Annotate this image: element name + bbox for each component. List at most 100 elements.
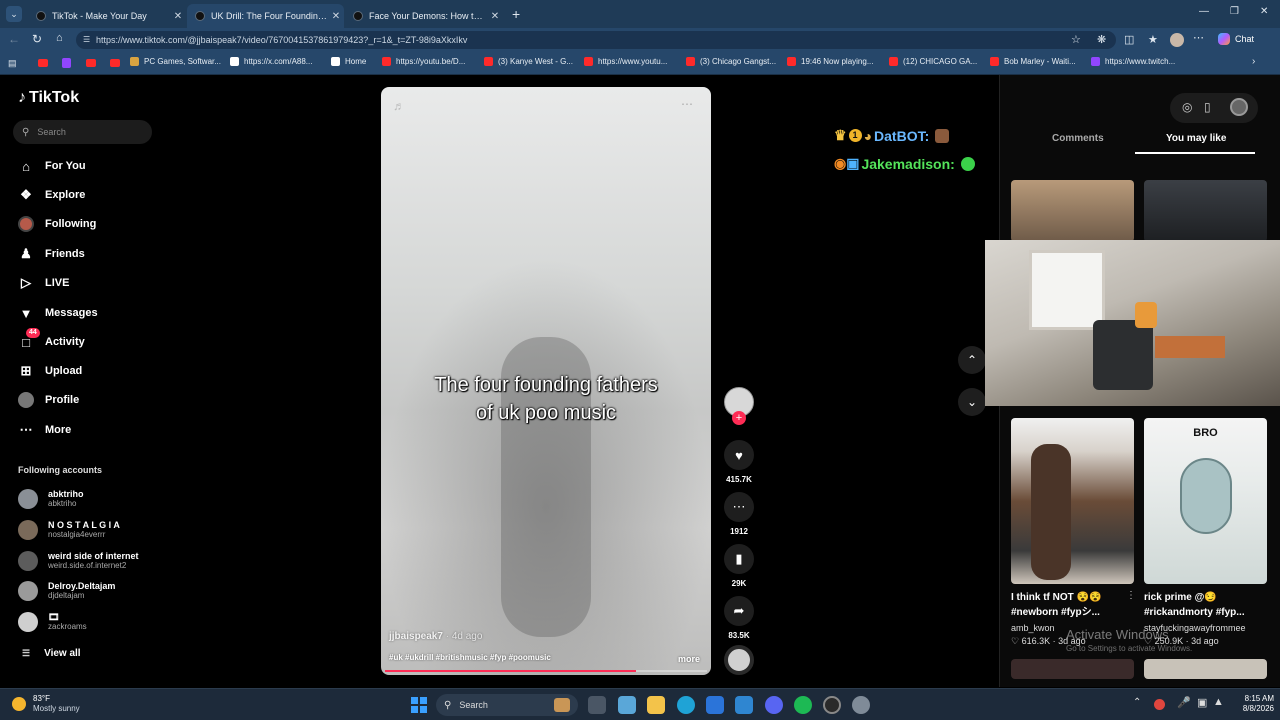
obs-icon[interactable] [823,696,841,714]
bookmark-item[interactable]: https://x.com/A88... [230,57,312,66]
music-disc[interactable] [723,645,755,675]
nav-following[interactable]: Following [18,216,96,232]
like-action[interactable]: ♥ 415.7K [723,440,755,484]
nav-live[interactable]: ▷ LIVE [18,275,69,291]
nav-messages[interactable]: ▼ Messages [18,305,98,321]
address-bar[interactable]: ☰ https://www.tiktok.com/@jjbaispeak7/vi… [76,31,1116,49]
new-tab-plus-icon[interactable]: + [512,6,520,22]
edge-browser-icon[interactable] [677,696,695,714]
card-author[interactable]: amb_kwon [1011,623,1055,633]
file-explorer-icon[interactable] [647,696,665,714]
nav-profile[interactable]: Profile [18,392,79,408]
view-all-link[interactable]: ☰ View all [22,648,81,659]
recommended-thumbnail[interactable] [1144,659,1267,679]
store-icon[interactable] [706,696,724,714]
nav-activity[interactable]: □ 44 Activity [18,328,85,350]
bookmark-item[interactable]: Bob Marley - Waiti... [990,57,1076,66]
start-windows-icon[interactable] [411,697,427,713]
display-icon[interactable]: ▣ [1197,696,1207,709]
video-progress-track[interactable] [385,670,707,672]
task-view-icon[interactable] [588,696,606,714]
minimize-window-icon[interactable]: — [1199,6,1209,17]
refresh-icon[interactable]: ↻ [32,32,42,46]
compass-icon[interactable]: ◎ [1182,100,1192,114]
user-avatar[interactable] [1230,98,1248,116]
close-tab-icon[interactable]: ✕ [328,11,344,22]
comment-action[interactable]: ⋯ 1912 [723,492,755,536]
account-item[interactable]: Delroy.Deltajam djdeltajam [18,581,115,601]
close-tab-icon[interactable]: ✕ [487,11,503,22]
recommended-thumbnail[interactable] [1011,418,1134,584]
tab-actions-chevron-icon[interactable]: ⌄ [6,6,22,22]
account-item[interactable]: weird side of internet weird.side.of.inte… [18,551,139,571]
recommended-thumbnail[interactable] [1011,180,1134,242]
settings-gear-icon[interactable] [852,696,870,714]
profile-avatar[interactable] [1170,33,1184,47]
bookmark-item[interactable]: (3) Chicago Gangst... [686,57,776,66]
copilot-chat-button[interactable]: Chat [1218,33,1254,45]
previous-video-button[interactable]: ⌃ [958,346,986,374]
nav-for-you[interactable]: ⌂ For You [18,158,85,174]
phone-icon[interactable]: ▯ [1204,100,1211,114]
bookmark-item[interactable]: (12) CHICAGO GA... [889,57,977,66]
collections-icon[interactable]: ◫ [1124,33,1134,46]
nav-friends[interactable]: ♟ Friends [18,246,85,262]
account-item[interactable]: N O S T A L G I Anostalgia4everrr [18,520,120,540]
nav-more[interactable]: ⋯ More [18,422,72,438]
recommended-thumbnail[interactable] [1144,180,1267,242]
more-bookmarks-chevron-icon[interactable]: › [1252,56,1255,67]
youtube-bookmark-icon[interactable] [110,59,120,67]
tab-comments[interactable]: Comments [1052,133,1104,144]
creator-avatar-follow[interactable]: + [723,387,755,425]
show-hidden-icons-chevron-icon[interactable]: ⌃ [1133,697,1141,708]
youtube-bookmark-icon[interactable] [86,59,96,67]
tab-uk-drill[interactable]: UK Drill: The Four Founding Fathe ✕ [187,4,344,28]
bookmark-item[interactable]: https://www.youtu... [584,57,667,66]
recommended-thumbnail[interactable]: BRO [1144,418,1267,584]
nav-upload[interactable]: ⊞ Upload [18,363,83,379]
wifi-icon[interactable]: ▲ [1213,696,1224,708]
weather-widget[interactable]: 83°F Mostly sunny [12,694,80,714]
twitch-bookmark-icon[interactable] [62,58,71,68]
bookmark-item[interactable]: (3) Kanye West - G... [484,57,573,66]
discord-icon[interactable] [765,696,783,714]
follow-plus-icon[interactable]: + [732,411,746,425]
video-hashtags[interactable]: #uk #ukdrill #britishmusic #fyp #poomusi… [389,653,551,662]
close-tab-icon[interactable]: ✕ [170,11,186,22]
card-title[interactable]: I think tf NOT 😵😵 #newborn #fypシ... [1011,590,1129,620]
card-title[interactable]: rick prime @😏 #rickandmorty #fyp... [1144,590,1264,620]
youtube-bookmark-icon[interactable] [38,59,48,67]
site-info-icon[interactable]: ☰ [83,31,90,49]
card-more-icon[interactable]: ⋮ [1126,590,1136,601]
account-item[interactable]: 🎞 zackroams [18,612,87,632]
share-action[interactable]: ➦ 83.5K [723,596,755,640]
maximize-window-icon[interactable]: ❐ [1230,6,1239,17]
microphone-icon[interactable]: 🎤 [1177,696,1191,709]
bookmark-item[interactable]: https://www.twitch... [1091,57,1175,66]
read-aloud-icon[interactable]: ▤ [8,58,17,69]
account-item[interactable]: abktriho abktriho [18,489,84,509]
favorites-icon[interactable]: ★ [1148,33,1158,46]
settings-more-icon[interactable]: ⋯ [1193,31,1204,44]
clock[interactable]: 8:15 AM 8/8/2026 [1234,694,1274,714]
bookmark-item[interactable]: PC Games, Softwar... [130,57,221,66]
bookmark-item[interactable]: https://youtu.be/D... [382,57,465,66]
tab-you-may-like[interactable]: You may like [1166,133,1226,144]
home-icon[interactable]: ⌂ [56,32,63,44]
tray-app-icon[interactable] [1154,699,1165,710]
video-more-options-icon[interactable]: ⋯ [681,97,693,111]
widgets-icon[interactable] [618,696,636,714]
tiktok-logo[interactable]: ♪ TikTok [18,89,79,107]
video-author[interactable]: jjbaispeak7 · 4d ago [389,631,482,642]
extensions-icon[interactable]: ❋ [1097,33,1106,46]
bookmark-item[interactable]: Home [331,57,366,66]
recommended-thumbnail[interactable] [1011,659,1134,679]
search-input[interactable]: ⚲ Search [13,120,152,144]
taskbar-search[interactable]: ⚲ Search [436,694,578,716]
close-window-icon[interactable]: ✕ [1260,6,1268,17]
caption-more-link[interactable]: more [678,654,700,664]
tab-tiktok-home[interactable]: TikTok - Make Your Day ✕ [28,4,186,28]
mute-volume-icon[interactable]: ♬ [393,99,405,113]
video-player[interactable]: ♬ ⋯ The four founding fathers of uk poo … [381,87,711,675]
tab-face-your-demons[interactable]: Face Your Demons: How to Stop S ✕ [345,4,503,28]
